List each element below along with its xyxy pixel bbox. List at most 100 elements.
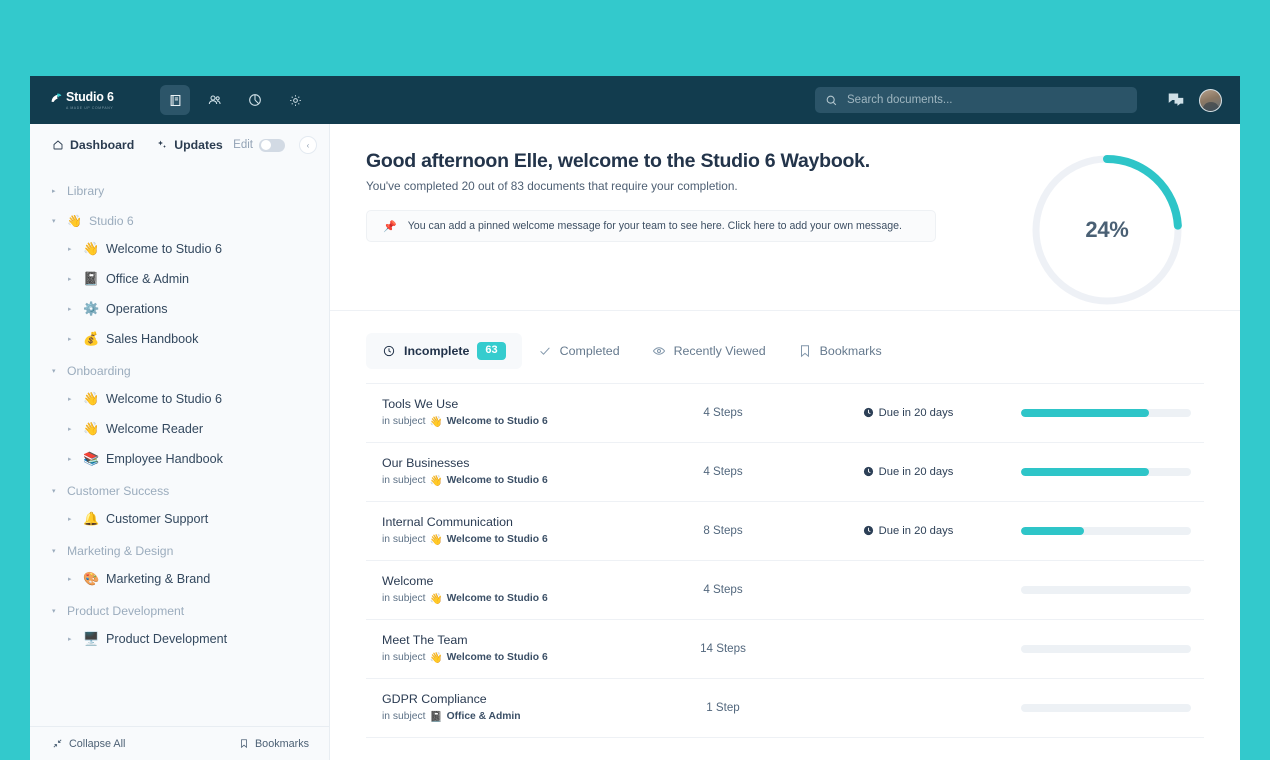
document-title-cell: Meet The Team in subject 👋 Welcome to Studi… [366,633,638,664]
tree-item-customer-support[interactable]: ▸ 🔔 Customer Support [30,504,329,534]
tree-item-employee-handbook[interactable]: ▸ 📚 Employee Handbook [30,444,329,474]
user-avatar[interactable] [1199,88,1222,112]
tree-section-studio-6[interactable]: ▾ 👋 Studio 6 [30,208,329,234]
caret-down-icon: ▾ [52,218,56,225]
caret-down-icon: ▾ [52,548,56,555]
subject-name: Welcome to Studio 6 [446,416,548,428]
chevron-left-icon: ‹ [306,140,310,150]
subject-emoji-icon: 📓 [429,711,443,724]
nav-documents-button[interactable] [160,85,190,115]
tab-incomplete[interactable]: Incomplete 63 [366,333,522,369]
sidebar-bookmarks-button[interactable]: Bookmarks [239,738,309,750]
section-emoji-icon: 👋 [67,214,82,228]
tree-item-label: Sales Handbook [106,332,199,346]
subject-emoji-icon: 👋 [429,534,443,547]
pinned-message-text: You can add a pinned welcome message for… [407,220,902,232]
tree-item-welcome-reader[interactable]: ▸ 👋 Welcome Reader [30,414,329,444]
tab-badge-count: 63 [477,342,506,360]
edit-mode-toggle[interactable] [259,138,285,152]
nav-people-button[interactable] [200,85,230,115]
subject-name: Welcome to Studio 6 [446,534,548,546]
tree-section-product-development[interactable]: ▾ Product Development [30,598,329,624]
document-title: Welcome [382,574,434,589]
nav-settings-button[interactable] [280,85,310,115]
sidebar-collapse-button[interactable]: ‹ [299,136,317,154]
tree-section-label: Onboarding [67,364,131,378]
tree-item-emoji-icon: 🔔 [83,511,100,526]
header-nav [160,85,310,115]
page-subtitle: You've completed 20 out of 83 documents … [366,179,738,193]
document-row[interactable]: Internal Communication in subject 👋 Welcome… [366,502,1204,561]
tree-item-welcome-to-studio-6[interactable]: ▸ 👋 Welcome to Studio 6 [30,234,329,264]
tab-label: Recently Viewed [673,343,766,358]
document-row[interactable]: Tools We Use in subject 👋 Welcome to Studio… [366,384,1204,443]
tab-label: Incomplete [404,343,470,358]
document-progress-cell [1008,467,1204,476]
tree-item-emoji-icon: 🖥️ [83,631,100,646]
tree-item-welcome-to-studio-6[interactable]: ▸ 👋 Welcome to Studio 6 [30,384,329,414]
tab-completed[interactable]: Completed [522,335,636,367]
progress-track [1021,526,1191,535]
chat-icon[interactable] [1167,92,1185,108]
nav-reports-button[interactable] [240,85,270,115]
sidebar-footer: Collapse All Bookmarks [30,726,329,760]
tree-section-marketing-design[interactable]: ▾ Marketing & Design [30,538,329,564]
caret-right-icon: ▸ [68,246,72,253]
leaf-logo-icon [51,93,62,102]
document-steps: 4 Steps [703,465,743,479]
tree-section-label: Library [67,184,105,198]
pie-chart-icon [249,94,261,106]
document-title-cell: Tools We Use in subject 👋 Welcome to Studio… [366,397,638,428]
document-row[interactable]: Our Businesses in subject 👋 Welcome to Stud… [366,443,1204,502]
tree-item-product-development[interactable]: ▸ 🖥️ Product Development [30,624,329,654]
sidebar-dashboard-label: Dashboard [70,138,135,152]
subject-prefix: in subject [382,416,426,428]
search-input[interactable] [847,94,1127,106]
tree-item-emoji-icon: 💰 [83,331,100,346]
tab-recently-viewed[interactable]: Recently Viewed [636,335,782,367]
completion-donut-chart: 24% [1027,150,1187,310]
tree-section-label: Marketing & Design [67,544,174,558]
sidebar-dashboard-link[interactable]: Dashboard [52,138,134,152]
tree-item-office-admin[interactable]: ▸ 📓 Office & Admin [30,264,329,294]
caret-right-icon: ▸ [68,576,72,583]
tree-group: ▸ Library [30,178,329,204]
search-box[interactable] [815,87,1137,113]
tree-item-emoji-icon: 📓 [83,271,100,286]
tree-item-label: Welcome to Studio 6 [106,392,222,406]
subject-emoji-icon: 👋 [429,593,443,606]
pinned-message-banner[interactable]: 📌 You can add a pinned welcome message f… [366,210,936,242]
subject-emoji-icon: 👋 [429,475,443,488]
tab-bookmarks[interactable]: Bookmarks [782,335,898,367]
sidebar-updates-link[interactable]: Updates [156,138,223,152]
tree-item-marketing-brand[interactable]: ▸ 🎨 Marketing & Brand [30,564,329,594]
hero-section: Good afternoon Elle, welcome to the Stud… [330,124,1240,311]
home-icon [53,140,63,150]
completion-percent-label: 24% [1085,217,1129,242]
document-row[interactable]: GDPR Compliance in subject 📓 Office & Admin… [366,679,1204,738]
tree-item-operations[interactable]: ▸ ⚙️ Operations [30,294,329,324]
document-row[interactable]: Welcome in subject 👋 Welcome to Studio 6 4 S… [366,561,1204,620]
progress-track [1021,408,1191,417]
tree-section-customer-success[interactable]: ▾ Customer Success [30,478,329,504]
tree-item-sales-handbook[interactable]: ▸ 💰 Sales Handbook [30,324,329,354]
document-steps: 4 Steps [703,406,743,420]
tree-group: ▾ Onboarding ▸ 👋 Welcome to Studio 6 ▸ 👋 Welcom… [30,358,329,474]
document-due-label: Due in 20 days [878,465,954,478]
app-logo[interactable]: Studio 6 A MADE UP COMPANY [50,86,122,114]
document-title: Tools We Use [382,397,459,412]
document-subject: in subject 👋 Welcome to Studio 6 [382,651,638,664]
toggle-knob [260,140,271,150]
logo-row: Studio 6 [50,91,122,104]
collapse-all-button[interactable]: Collapse All [52,738,125,750]
edit-mode-group: Edit ‹ [233,136,317,154]
sidebar-updates-label: Updates [174,138,223,152]
document-row[interactable]: Meet The Team in subject 👋 Welcome to Studi… [366,620,1204,679]
subject-name: Office & Admin [446,711,521,723]
sidebar-header: Dashboard Updates Edit ‹ [30,124,329,166]
collapse-arrows-icon [53,739,62,748]
tree-item-label: Welcome to Studio 6 [106,242,222,256]
document-title-cell: Internal Communication in subject 👋 Welcome… [366,515,638,546]
tree-section-library[interactable]: ▸ Library [30,178,329,204]
tree-section-onboarding[interactable]: ▾ Onboarding [30,358,329,384]
